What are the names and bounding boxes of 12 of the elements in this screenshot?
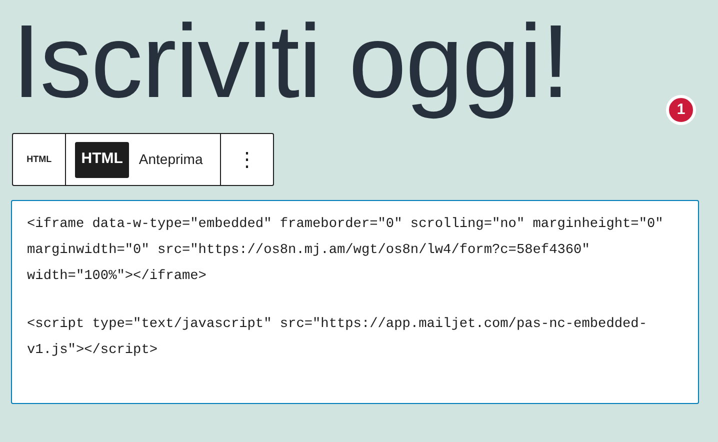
code-line: v1.js"></script> bbox=[27, 342, 159, 360]
code-editor-field[interactable] bbox=[11, 200, 699, 404]
page-heading: Iscriviti oggi! bbox=[12, 3, 570, 122]
code-line: width="100%"></iframe> bbox=[27, 268, 208, 286]
code-line: <iframe data-w-type="embedded" frameborder="0" scrolling="no" marginheight="0" bbox=[27, 216, 664, 234]
code-line: <script type="text/javascript" src="https://app.mailjet.com/pas-nc-embedded- bbox=[27, 316, 648, 334]
block-type-button[interactable]: HTML bbox=[13, 134, 66, 185]
notice-badge: 1 bbox=[666, 95, 696, 125]
more-options-button[interactable]: ⋮ bbox=[220, 134, 273, 185]
mode-tab[interactable]: HTML bbox=[75, 142, 129, 178]
mode-tab[interactable]: Anteprima bbox=[130, 142, 211, 178]
code-line: marginwidth="0" src="https://os8n.mj.am/wgt/os8n/lw4/form?c=58ef4360" bbox=[27, 242, 591, 260]
